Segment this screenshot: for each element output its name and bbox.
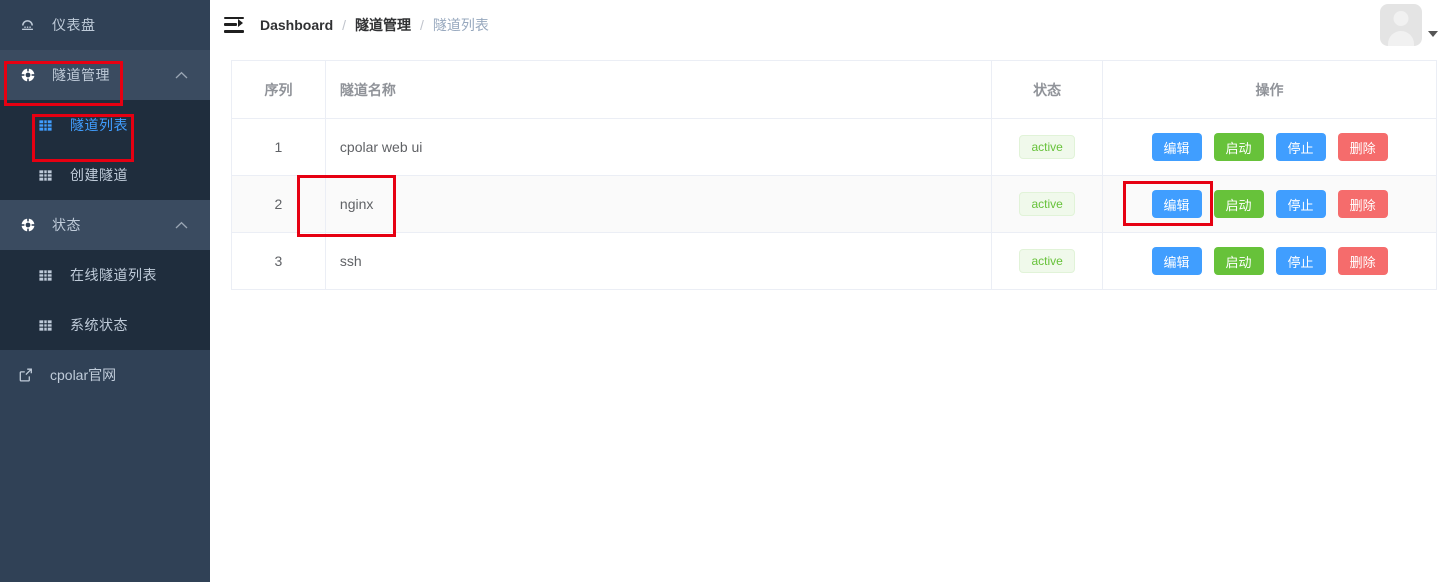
column-header-seq: 序列 bbox=[231, 60, 326, 119]
action-button-group: 编辑 启动 停止 删除 bbox=[1103, 190, 1436, 218]
column-header-status: 状态 bbox=[991, 60, 1104, 119]
sidebar-item-label: 仪表盘 bbox=[52, 17, 96, 33]
start-button[interactable]: 启动 bbox=[1213, 190, 1264, 218]
edit-button[interactable]: 编辑 bbox=[1151, 190, 1202, 218]
grid-icon bbox=[38, 268, 62, 283]
sidebar-item-label: 系统状态 bbox=[70, 317, 128, 333]
main-content: Dashboard / 隧道管理 / 隧道列表 序列 隧道名称 状态 操作 1 … bbox=[210, 0, 1454, 582]
tunnel-table: 序列 隧道名称 状态 操作 1 cpolar web ui active 编辑 … bbox=[231, 60, 1437, 290]
sidebar-item-online-tunnel-list[interactable]: 在线隧道列表 bbox=[0, 250, 210, 300]
sidebar-item-tunnel-list[interactable]: 隧道列表 bbox=[0, 100, 210, 150]
cell-tunnel-name: nginx bbox=[325, 175, 993, 233]
user-menu[interactable] bbox=[1380, 4, 1438, 46]
cell-status: active bbox=[991, 118, 1104, 176]
breadcrumb-item-tunnel-list: 隧道列表 bbox=[432, 16, 489, 33]
breadcrumb-separator: / bbox=[342, 16, 347, 33]
table-row: 2 nginx active 编辑 启动 停止 删除 bbox=[231, 175, 1437, 233]
status-badge: active bbox=[1019, 135, 1075, 159]
navbar: Dashboard / 隧道管理 / 隧道列表 bbox=[210, 0, 1454, 50]
cell-seq: 2 bbox=[231, 175, 326, 233]
sidebar-item-label: 在线隧道列表 bbox=[70, 267, 157, 283]
sidebar-item-dashboard[interactable]: 仪表盘 bbox=[0, 0, 210, 50]
table-row: 1 cpolar web ui active 编辑 启动 停止 删除 bbox=[231, 118, 1437, 176]
cell-status: active bbox=[991, 175, 1104, 233]
start-button[interactable]: 启动 bbox=[1213, 247, 1264, 275]
sidebar-submenu-tunnel-management: 隧道列表 创建隧道 bbox=[0, 100, 210, 200]
external-link-icon bbox=[18, 367, 42, 383]
avatar[interactable] bbox=[1380, 4, 1422, 46]
breadcrumb: Dashboard / 隧道管理 / 隧道列表 bbox=[260, 15, 489, 35]
cell-status: active bbox=[991, 232, 1104, 290]
tunnel-table-container: 序列 隧道名称 状态 操作 1 cpolar web ui active 编辑 … bbox=[210, 50, 1454, 290]
delete-button[interactable]: 删除 bbox=[1337, 247, 1388, 275]
column-header-actions: 操作 bbox=[1102, 60, 1437, 119]
gauge-icon bbox=[20, 18, 44, 33]
grid-icon bbox=[38, 168, 62, 183]
cell-tunnel-name: cpolar web ui bbox=[325, 118, 993, 176]
delete-button[interactable]: 删除 bbox=[1337, 133, 1388, 161]
stop-button[interactable]: 停止 bbox=[1275, 133, 1326, 161]
hamburger-icon[interactable] bbox=[224, 16, 244, 33]
stop-button[interactable]: 停止 bbox=[1275, 247, 1326, 275]
action-button-group: 编辑 启动 停止 删除 bbox=[1103, 133, 1436, 161]
cell-seq: 3 bbox=[231, 232, 326, 290]
status-badge: active bbox=[1019, 192, 1075, 216]
grid-icon bbox=[38, 318, 62, 333]
cell-seq: 1 bbox=[231, 118, 326, 176]
cell-actions: 编辑 启动 停止 删除 bbox=[1102, 118, 1437, 176]
sidebar-item-label: cpolar官网 bbox=[50, 367, 117, 383]
table-body: 1 cpolar web ui active 编辑 启动 停止 删除 2 ngi… bbox=[231, 118, 1437, 290]
compass-icon bbox=[20, 67, 44, 83]
app-root: 仪表盘 隧道管理 隧道列表 创建隧道 状态 在线隧道列表 系统状态 cpolar… bbox=[0, 0, 1454, 582]
compass-icon bbox=[20, 217, 44, 233]
cell-tunnel-name: ssh bbox=[325, 232, 993, 290]
column-header-name: 隧道名称 bbox=[325, 60, 993, 119]
breadcrumb-item-dashboard[interactable]: Dashboard bbox=[260, 17, 333, 33]
cell-actions: 编辑 启动 停止 删除 bbox=[1103, 233, 1437, 290]
sidebar-group-label: 隧道管理 bbox=[52, 67, 110, 83]
table-header: 序列 隧道名称 状态 操作 bbox=[231, 60, 1437, 119]
chevron-down-icon[interactable] bbox=[1428, 31, 1438, 37]
sidebar-group-status[interactable]: 状态 bbox=[0, 200, 210, 250]
sidebar: 仪表盘 隧道管理 隧道列表 创建隧道 状态 在线隧道列表 系统状态 cpolar… bbox=[0, 0, 210, 582]
start-button[interactable]: 启动 bbox=[1213, 133, 1264, 161]
action-button-group: 编辑 启动 停止 删除 bbox=[1103, 247, 1436, 275]
sidebar-group-tunnel-management[interactable]: 隧道管理 bbox=[0, 50, 210, 100]
chevron-up-icon bbox=[175, 221, 188, 229]
delete-button[interactable]: 删除 bbox=[1337, 190, 1388, 218]
edit-button[interactable]: 编辑 bbox=[1151, 133, 1202, 161]
breadcrumb-item-tunnel-management[interactable]: 隧道管理 bbox=[355, 15, 411, 35]
sidebar-item-label: 隧道列表 bbox=[70, 117, 128, 133]
edit-button[interactable]: 编辑 bbox=[1151, 247, 1202, 275]
sidebar-item-label: 创建隧道 bbox=[70, 167, 128, 183]
stop-button[interactable]: 停止 bbox=[1275, 190, 1326, 218]
table-row: 3 ssh active 编辑 启动 停止 删除 bbox=[231, 232, 1437, 290]
chevron-up-icon bbox=[175, 71, 188, 79]
sidebar-group-label: 状态 bbox=[52, 217, 81, 233]
grid-icon bbox=[38, 118, 62, 133]
sidebar-submenu-status: 在线隧道列表 系统状态 bbox=[0, 250, 210, 350]
sidebar-item-system-status[interactable]: 系统状态 bbox=[0, 300, 210, 350]
breadcrumb-separator: / bbox=[420, 16, 424, 33]
cell-actions: 编辑 启动 停止 删除 bbox=[1102, 175, 1437, 233]
sidebar-item-cpolar-website[interactable]: cpolar官网 bbox=[0, 350, 210, 400]
status-badge: active bbox=[1019, 249, 1075, 273]
table-header-row: 序列 隧道名称 状态 操作 bbox=[231, 60, 1437, 119]
sidebar-item-create-tunnel[interactable]: 创建隧道 bbox=[0, 150, 210, 200]
